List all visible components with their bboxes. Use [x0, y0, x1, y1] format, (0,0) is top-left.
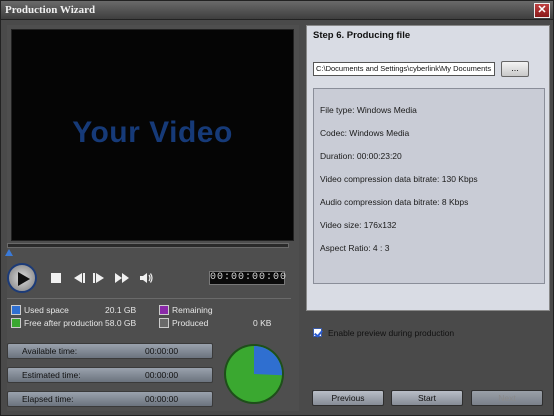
elapsed-time-label: Elapsed time:: [22, 394, 74, 404]
produced-label: Produced: [172, 318, 209, 328]
estimated-time-value: 00:00:00: [145, 370, 179, 380]
disk-space-legend: Used space 20.1 GB Free after production…: [5, 304, 291, 332]
timecode-display: 00:00:00:00: [209, 271, 288, 285]
divider: [7, 298, 291, 299]
browse-button[interactable]: ...: [501, 61, 529, 77]
step-panel: Step 6. Producing file C:\Documents and …: [306, 25, 550, 338]
enable-preview-label: Enable preview during production: [328, 328, 455, 338]
info-video-bitrate: Video compression data bitrate: 130 Kbps: [320, 174, 478, 184]
volume-icon[interactable]: [139, 271, 153, 285]
remaining-label: Remaining: [172, 305, 213, 315]
used-space-swatch: [11, 305, 21, 315]
info-codec: Codec: Windows Media: [320, 128, 410, 138]
available-time-label: Available time:: [22, 346, 78, 356]
legend-free-after: Free after production: [11, 318, 103, 329]
produced-value: 0 KB: [253, 318, 272, 328]
playback-controls: 00:00:00:00: [7, 263, 291, 293]
output-path-field[interactable]: C:\Documents and Settings\cyberlink\My D…: [313, 62, 495, 76]
next-button[interactable]: Next: [471, 390, 543, 406]
info-duration: Duration: 00:00:23:20: [320, 151, 402, 161]
estimated-time-label: Estimated time:: [22, 370, 81, 380]
file-info-box: File type: Windows Media Codec: Windows …: [313, 88, 545, 284]
play-icon: [18, 272, 30, 286]
previous-frame-icon[interactable]: [71, 271, 85, 285]
elapsed-time-value: 00:00:00: [145, 394, 179, 404]
legend-used-space: Used space: [11, 305, 69, 316]
info-video-size: Video size: 176x132: [320, 220, 397, 230]
seek-bar[interactable]: [7, 243, 289, 248]
pie-used-slice: [254, 346, 282, 376]
free-after-label: Free after production: [24, 318, 103, 328]
remaining-swatch: [159, 305, 169, 315]
play-button[interactable]: [7, 263, 37, 293]
produced-swatch: [159, 318, 169, 328]
video-preview: Your Video: [11, 29, 294, 241]
video-placeholder-label: Your Video: [72, 116, 233, 149]
used-space-value: 20.1 GB: [105, 305, 137, 315]
free-after-value: 58.0 GB: [105, 318, 137, 328]
free-space-swatch: [11, 318, 21, 328]
info-file-type: File type: Windows Media: [320, 105, 417, 115]
enable-preview-row[interactable]: Enable preview during production: [313, 328, 454, 338]
info-aspect-ratio: Aspect Ratio: 4 : 3: [320, 243, 390, 253]
legend-remaining: Remaining: [159, 305, 213, 316]
available-time-value: 00:00:00: [145, 346, 179, 356]
disk-usage-pie: [224, 344, 284, 404]
previous-button[interactable]: Previous: [312, 390, 384, 406]
start-button[interactable]: Start: [391, 390, 463, 406]
legend-produced: Produced: [159, 318, 208, 329]
info-audio-bitrate: Audio compression data bitrate: 8 Kbps: [320, 197, 469, 207]
fast-forward-icon[interactable]: [115, 271, 129, 285]
stop-icon[interactable]: [49, 271, 63, 285]
used-space-label: Used space: [24, 305, 69, 315]
next-frame-icon[interactable]: [93, 271, 107, 285]
estimated-time-box: Estimated time: 00:00:00: [7, 367, 213, 383]
available-time-box: Available time: 00:00:00: [7, 343, 213, 359]
step-title: Step 6. Producing file: [313, 30, 411, 41]
close-button[interactable]: ✕: [534, 3, 550, 18]
enable-preview-checkbox[interactable]: [313, 328, 322, 337]
elapsed-time-box: Elapsed time: 00:00:00: [7, 391, 213, 407]
window-title: Production Wizard: [5, 4, 96, 16]
production-wizard-window: Production Wizard ✕ Your Video 00:00:00:…: [0, 0, 554, 416]
title-bar: Production Wizard ✕: [1, 1, 553, 20]
seek-thumb[interactable]: [5, 249, 13, 256]
